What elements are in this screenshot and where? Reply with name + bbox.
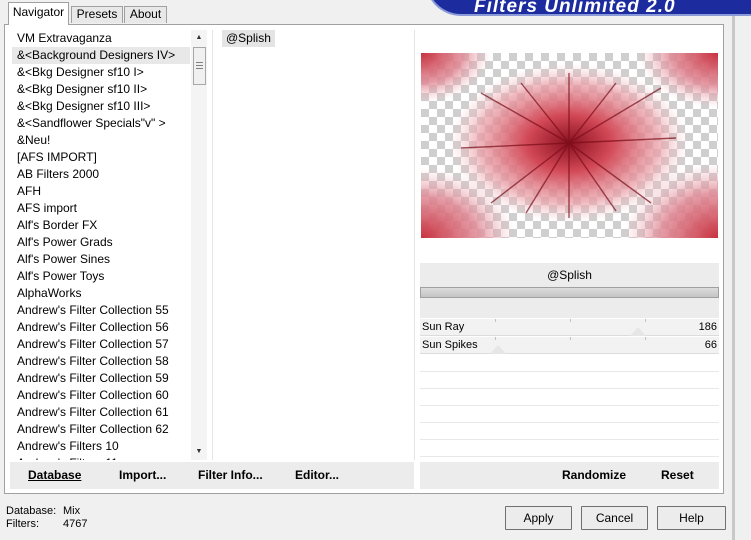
slider-sun-spikes[interactable]: Sun Spikes 66 [420,337,719,354]
list-item[interactable]: AFS import [12,200,190,217]
list-item[interactable]: Andrew's Filters 10 [12,438,190,455]
window-edge [732,16,735,540]
grip-icon [196,65,203,66]
list-item[interactable]: &<Sandflower Specials"v" > [12,115,190,132]
tab-navigator[interactable]: Navigator [8,2,69,25]
slider-label: Sun Ray [422,321,465,333]
filter-list-scrollbar[interactable] [191,30,207,460]
grip-icon [196,62,203,63]
randomize-button[interactable]: Randomize [562,468,626,482]
list-item[interactable]: VM Extravaganza [12,30,190,47]
grip-icon [196,68,203,69]
banner-title: Filters Unlimited 2.0 [474,0,676,17]
list-item[interactable]: Alf's Power Grads [12,234,190,251]
tab-presets[interactable]: Presets [71,6,123,23]
list-item[interactable]: &Neu! [12,132,190,149]
list-item[interactable]: AB Filters 2000 [12,166,190,183]
empty-slider-row [420,389,719,406]
empty-slider-row [420,423,719,440]
slider-value: 186 [698,321,717,333]
empty-slider-row [420,372,719,389]
list-item[interactable]: &<Background Designers IV> [12,47,190,64]
database-status-value: Mix [63,505,81,517]
editor-button[interactable]: Editor... [295,468,339,482]
slider-thumb-icon[interactable] [630,327,647,336]
cancel-button[interactable]: Cancel [581,506,648,530]
filter-category-list[interactable]: VM Extravaganza &<Background Designers IV… [12,30,190,460]
filter-panel-spacer [420,298,719,318]
slider-sun-ray[interactable]: Sun Ray 186 [420,319,719,336]
effect-item-selected[interactable]: @Splish [222,30,275,47]
list-item[interactable]: Andrew's Filter Collection 55 [12,302,190,319]
list-item[interactable]: Alf's Power Toys [12,268,190,285]
import-button[interactable]: Import... [119,468,166,482]
list-item[interactable]: Andrew's Filter Collection 59 [12,370,190,387]
filters-count-label: Filters: [6,518,39,530]
list-item[interactable]: [AFS IMPORT] [12,149,190,166]
list-item[interactable]: Andrew's Filter Collection 56 [12,319,190,336]
scroll-thumb[interactable] [193,47,206,85]
list-item[interactable]: Alf's Border FX [12,217,190,234]
slider-value: 66 [704,339,717,351]
tab-about[interactable]: About [124,6,167,23]
list-item[interactable]: AFH [12,183,190,200]
empty-slider-row [420,355,719,372]
panel-divider [212,30,213,460]
panel-divider [414,30,415,460]
list-item[interactable]: Andrew's Filter Collection 57 [12,336,190,353]
filter-name-label: @Splish [420,263,719,287]
database-button[interactable]: Database [28,468,81,482]
list-item[interactable]: Andrew's Filter Collection 61 [12,404,190,421]
list-item[interactable]: Andrew's Filter Collection 62 [12,421,190,438]
list-item[interactable]: Andrew's Filter Collection 58 [12,353,190,370]
empty-slider-row [420,440,719,457]
slider-thumb-icon[interactable] [489,345,506,354]
slider-label: Sun Spikes [422,339,478,351]
list-item[interactable]: Andrew's Filters 11 [12,455,190,460]
empty-slider-row [420,406,719,423]
filter-info-button[interactable]: Filter Info... [198,468,263,482]
reset-button[interactable]: Reset [661,468,694,482]
list-item[interactable]: &<Bkg Designer sf10 III> [12,98,190,115]
list-item[interactable]: &<Bkg Designer sf10 II> [12,81,190,98]
filters-count-value: 4767 [63,518,88,530]
list-item[interactable]: Alf's Power Sines [12,251,190,268]
scroll-up-arrow-icon[interactable]: ▲ [191,30,207,46]
apply-button[interactable]: Apply [505,506,572,530]
database-status-label: Database: [6,505,57,517]
list-item[interactable]: AlphaWorks [12,285,190,302]
filter-progress-bar [420,287,719,298]
help-button[interactable]: Help [657,506,726,530]
list-item[interactable]: &<Bkg Designer sf10 I> [12,64,190,81]
filter-preview [421,53,718,238]
scroll-down-arrow-icon[interactable]: ▼ [191,444,207,460]
list-item[interactable]: Andrew's Filter Collection 60 [12,387,190,404]
